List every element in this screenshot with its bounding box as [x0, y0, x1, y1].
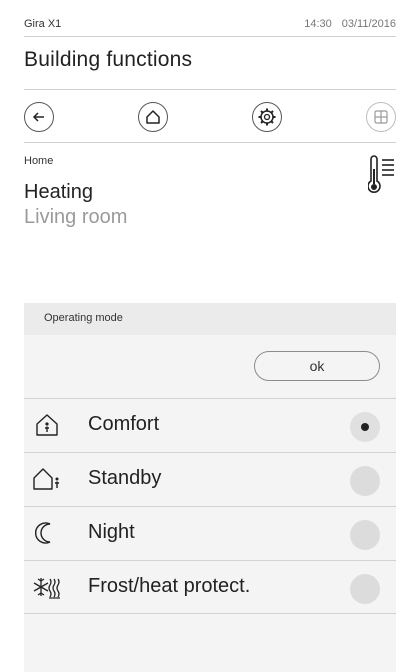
operating-mode-panel: ok Comfort Standby Night Frost/heat prot… [24, 335, 396, 672]
operating-mode-title: Operating mode [44, 312, 123, 324]
date: 03/11/2016 [341, 18, 396, 30]
frost-heat-icon [30, 572, 64, 602]
divider [24, 36, 396, 37]
mode-radio[interactable] [350, 574, 380, 604]
mode-row-frost-heat[interactable]: Frost/heat protect. [24, 560, 396, 614]
nav-bar [24, 98, 396, 134]
grid-button[interactable] [366, 102, 396, 132]
mode-label: Frost/heat protect. [88, 575, 251, 597]
settings-button[interactable] [252, 102, 282, 132]
grid-icon [374, 110, 388, 124]
mode-row-comfort[interactable]: Comfort [24, 398, 396, 452]
home-icon [146, 110, 160, 124]
mode-radio[interactable] [350, 466, 380, 496]
mode-label: Night [88, 521, 135, 543]
back-arrow-icon [32, 112, 44, 122]
mode-radio-selected[interactable] [350, 412, 380, 442]
ok-button[interactable]: ok [254, 351, 380, 381]
status-bar: Gira X1 14:30 03/11/2016 [24, 18, 396, 34]
thermometer-icon [368, 155, 394, 193]
app-frame: Gira X1 14:30 03/11/2016 Building functio… [0, 0, 406, 672]
mode-radio[interactable] [350, 520, 380, 550]
selected-dot [361, 423, 369, 431]
home-button[interactable] [138, 102, 168, 132]
moon-icon [30, 518, 64, 548]
breadcrumb[interactable]: Home [24, 155, 53, 167]
divider [24, 142, 396, 143]
clock: 14:30 03/11/2016 [304, 18, 396, 30]
operating-mode-header: Operating mode [24, 303, 396, 335]
mode-row-night[interactable]: Night [24, 506, 396, 560]
house-person-icon [30, 410, 64, 440]
mode-label: Standby [88, 467, 162, 489]
mode-label: Comfort [88, 413, 160, 435]
function-title: Heating [24, 181, 93, 203]
gear-icon [258, 108, 276, 126]
time: 14:30 [304, 18, 332, 30]
device-name: Gira X1 [24, 18, 62, 30]
mode-row-standby[interactable]: Standby [24, 452, 396, 506]
back-button[interactable] [24, 102, 54, 132]
function-location: Living room [24, 206, 128, 228]
page-title: Building functions [24, 48, 193, 71]
divider [24, 89, 396, 90]
house-person-outside-icon [30, 464, 64, 494]
